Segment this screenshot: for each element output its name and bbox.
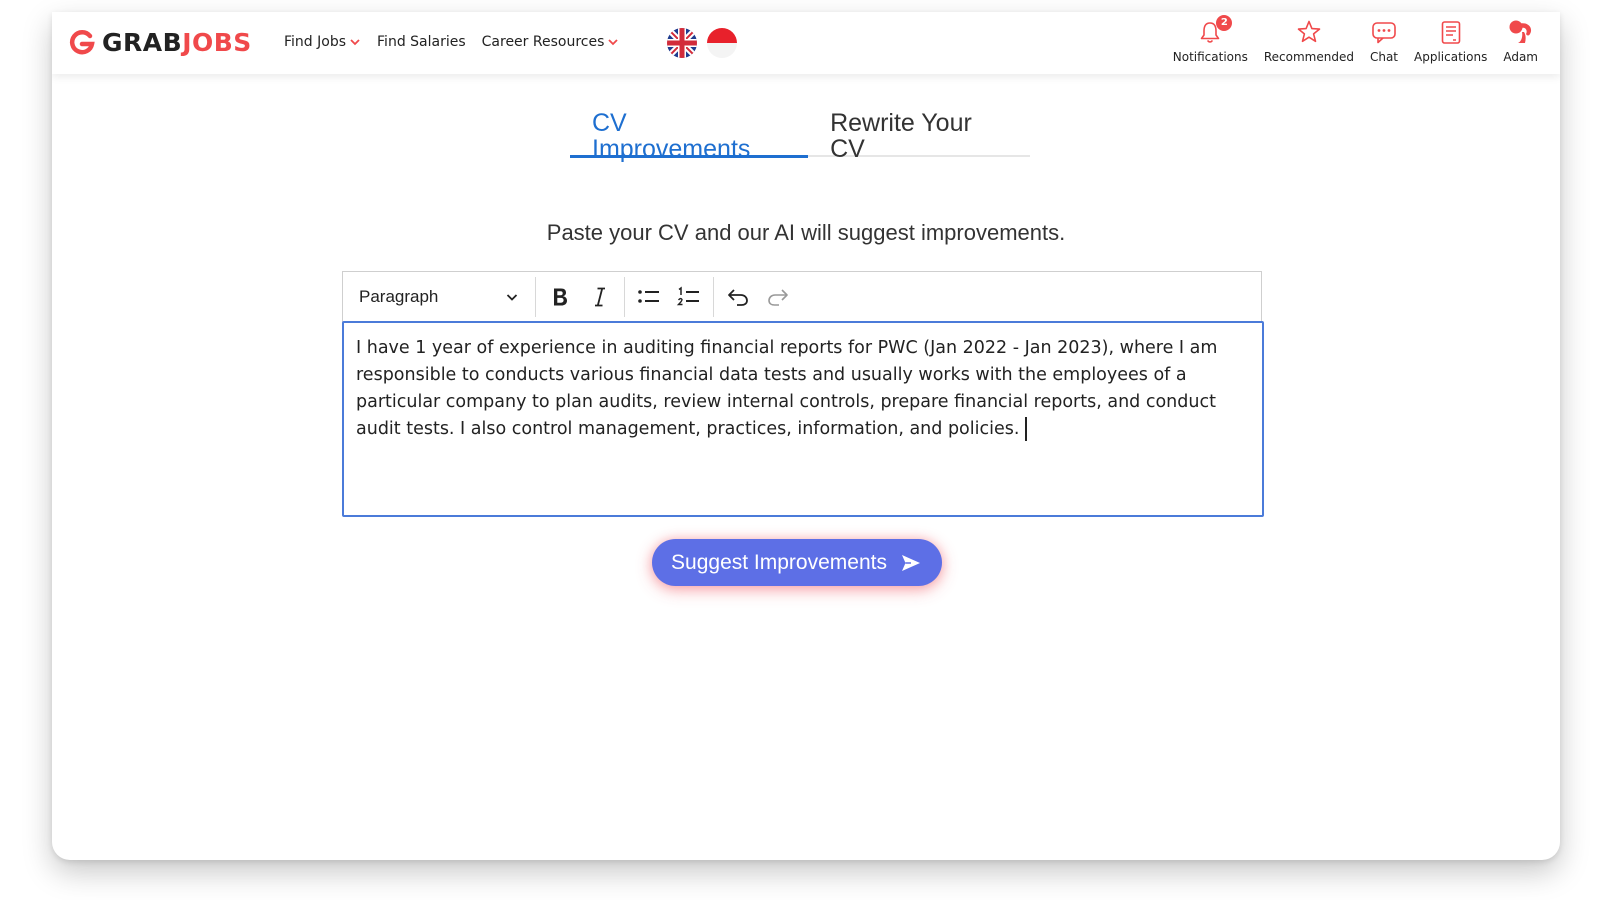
logo-text-grab: GRAB [102,27,183,57]
italic-icon [595,287,605,307]
chevron-down-icon [350,39,360,46]
nav-notifications[interactable]: 2 Notifications [1172,15,1248,64]
redo-button[interactable] [758,277,798,317]
nav-find-salaries[interactable]: Find Salaries [377,34,466,50]
nav-user-profile[interactable]: Adam [1503,18,1538,64]
logo-text-jobs: JOBS [182,27,252,57]
bold-icon [554,288,567,306]
suggest-improvements-label: Suggest Improvements [671,550,887,574]
undo-button[interactable] [718,277,758,317]
nav-applications[interactable]: Applications [1414,18,1487,64]
cv-text-area[interactable]: I have 1 year of experience in auditing … [342,321,1264,517]
nav-applications-label: Applications [1414,50,1488,64]
toolbar-divider [535,277,536,317]
text-caret [1025,417,1027,441]
cv-tabs: CV Improvements Rewrite Your CV [570,110,1030,162]
nav-career-resources-label: Career Resources [481,34,605,50]
page-subtitle: Paste your CV and our AI will suggest im… [546,220,1066,245]
redo-icon [768,289,788,306]
chat-icon [1372,22,1396,44]
logo-mark-icon [69,30,95,55]
chevron-down-icon [506,294,518,301]
avatar-icon [1509,20,1531,43]
uk-flag-icon[interactable] [667,28,697,58]
language-switcher [667,28,747,58]
tab-rewrite-your-cv[interactable]: Rewrite Your CV [808,110,1030,162]
top-navbar: GRAB JOBS Find Jobs Find Salaries Career … [52,12,1560,74]
editor-toolbar: Paragraph [342,271,1262,322]
app-window: GRAB JOBS Find Jobs Find Salaries Career … [52,12,1560,860]
nav-user-name: Adam [1503,50,1538,64]
send-icon [901,554,920,571]
nav-find-jobs[interactable]: Find Jobs [284,34,361,50]
star-icon [1297,20,1321,43]
undo-icon [728,289,748,306]
bold-button[interactable] [540,277,580,317]
numbered-list-icon [676,286,699,306]
nav-recommended[interactable]: Recommended [1264,18,1354,64]
nav-find-jobs-label: Find Jobs [284,34,347,50]
nav-notifications-label: Notifications [1172,50,1248,64]
nav-find-salaries-label: Find Salaries [377,34,466,50]
italic-button[interactable] [580,277,620,317]
clipboard-icon [1441,21,1460,44]
grabjobs-logo[interactable]: GRAB JOBS [68,26,252,58]
suggest-improvements-button[interactable]: Suggest Improvements [652,539,942,586]
user-nav: 2 Notifications Recommended Chat Applica… [1157,15,1538,64]
chevron-down-icon [608,39,619,46]
cv-text-content: I have 1 year of experience in auditing … [356,338,1218,439]
block-format-select[interactable]: Paragraph [343,280,531,314]
nav-chat[interactable]: Chat [1370,18,1398,64]
notification-count-badge: 2 [1216,15,1233,31]
cv-editor: Paragraph I have 1 year of experience in… [342,271,1264,517]
toolbar-divider [713,277,714,317]
indonesia-flag-icon[interactable] [707,28,737,58]
tab-cv-improvements[interactable]: CV Improvements [570,110,809,162]
block-format-value: Paragraph [359,287,439,306]
nav-career-resources[interactable]: Career Resources [482,34,620,50]
nav-recommended-label: Recommended [1263,50,1354,64]
numbered-list-button[interactable] [669,277,709,317]
bullet-list-button[interactable] [629,277,669,317]
main-nav: Find Jobs Find Salaries Career Resources [284,34,635,50]
bullet-list-icon [638,290,659,303]
nav-chat-label: Chat [1369,50,1399,64]
toolbar-divider [624,277,625,317]
